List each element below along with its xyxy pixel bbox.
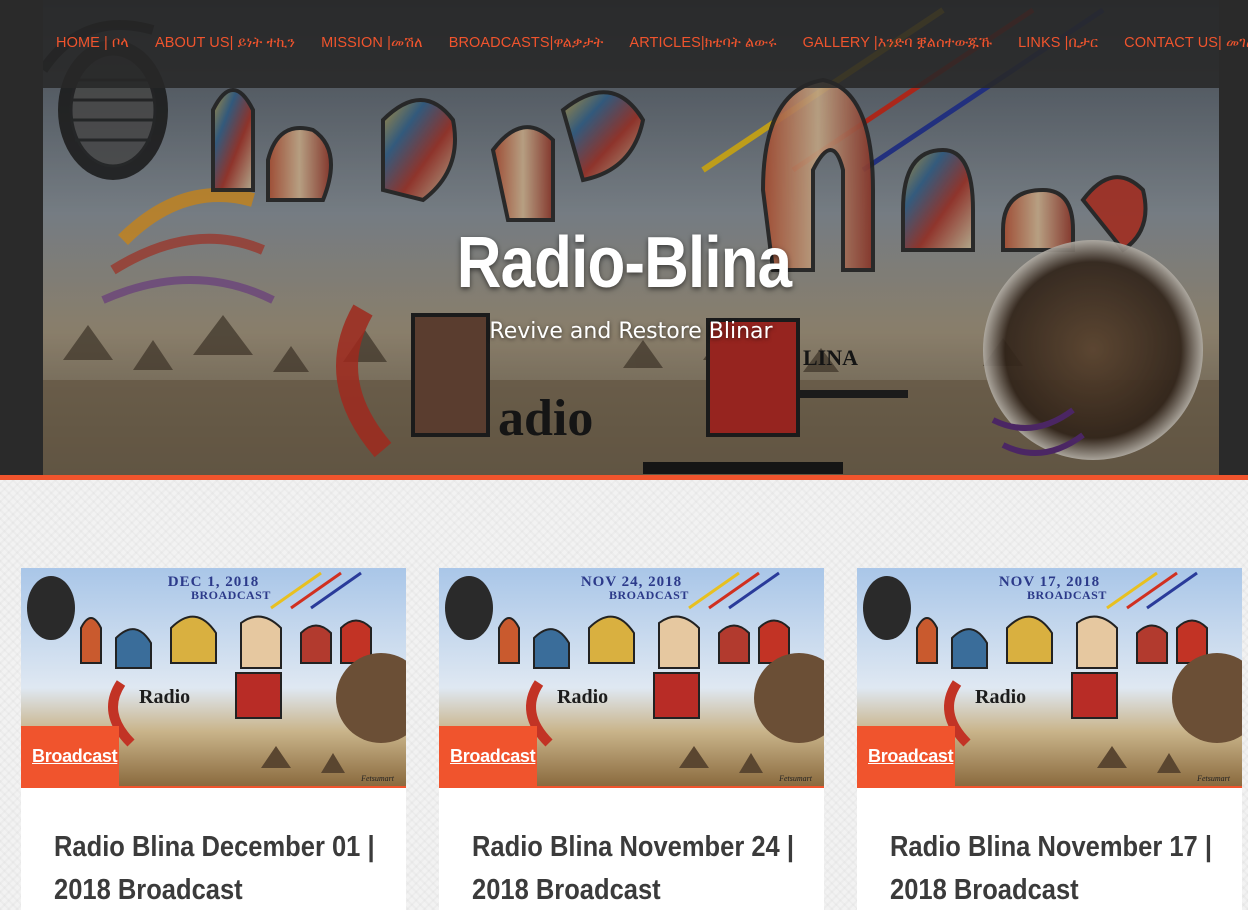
thumb-radio-logo: Radio — [139, 686, 191, 708]
post-card: DEC 1, 2018 BROADCAST Radio Fetsumart Br… — [21, 568, 406, 910]
site-header: adio LINA HOME | ቦላ ABOUT US| ይነት ተኪን MI… — [0, 0, 1248, 475]
nav-link-links[interactable]: LINKS |ቢታር — [1018, 35, 1098, 51]
post-title[interactable]: Radio Blina December 01 | 2018 Broadcast — [54, 826, 388, 910]
nav-menu: HOME | ቦላ ABOUT US| ይነት ተኪን MISSION |መሽለ… — [56, 34, 1248, 52]
thumb-broadcast-label: BROADCAST — [609, 588, 689, 602]
card-accent-line — [857, 786, 1242, 788]
nav-link-mission[interactable]: MISSION |መሽለ — [321, 35, 423, 51]
main-navigation: HOME | ቦላ ABOUT US| ይነት ተኪን MISSION |መሽለ… — [43, 0, 1248, 88]
nav-item-mission: MISSION |መሽለ — [321, 34, 423, 52]
nav-link-contact[interactable]: CONTACT US| መገለይ — [1124, 35, 1248, 51]
nav-item-links: LINKS |ቢታር — [1018, 34, 1098, 52]
nav-item-gallery: GALLERY |እንድባ ቛልሰተውጁኹ — [803, 34, 992, 52]
nav-item-contact: CONTACT US| መገለይ — [1124, 34, 1248, 52]
nav-link-articles[interactable]: ARTICLES|ክቴባት ልውሩ — [629, 35, 776, 51]
nav-item-about: ABOUT US| ይነት ተኪን — [155, 34, 295, 52]
nav-link-home[interactable]: HOME | ቦላ — [56, 35, 129, 51]
post-title[interactable]: Radio Blina November 17 | 2018 Broadcast — [890, 826, 1224, 910]
thumb-broadcast-label: BROADCAST — [191, 588, 271, 602]
post-card: NOV 24, 2018 BROADCAST Radio Fetsumart B… — [439, 568, 824, 910]
site-tagline: Revive and Restore Blinar — [489, 319, 773, 344]
post-card: NOV 17, 2018 BROADCAST Radio Fetsumart B… — [857, 568, 1242, 910]
thumb-credit: Fetsumart — [1197, 774, 1230, 783]
thumb-radio-logo: Radio — [975, 686, 1027, 708]
category-badge[interactable]: Broadcast — [439, 726, 537, 786]
post-thumbnail[interactable]: NOV 17, 2018 BROADCAST Radio Fetsumart B… — [857, 568, 1242, 786]
thumb-credit: Fetsumart — [361, 774, 394, 783]
card-accent-line — [21, 786, 406, 788]
post-thumbnail[interactable]: DEC 1, 2018 BROADCAST Radio Fetsumart Br… — [21, 568, 406, 786]
thumb-broadcast-label: BROADCAST — [1027, 588, 1107, 602]
thumb-radio-logo: Radio — [557, 686, 609, 708]
post-title[interactable]: Radio Blina November 24 | 2018 Broadcast — [472, 826, 806, 910]
category-badge[interactable]: Broadcast — [857, 726, 955, 786]
nav-link-broadcasts[interactable]: BROADCASTS|ዋልቃታት — [449, 35, 604, 51]
thumb-credit: Fetsumart — [779, 774, 812, 783]
post-thumbnail[interactable]: NOV 24, 2018 BROADCAST Radio Fetsumart B… — [439, 568, 824, 786]
nav-link-about[interactable]: ABOUT US| ይነት ተኪን — [155, 35, 295, 51]
nav-item-home: HOME | ቦላ — [56, 34, 129, 52]
nav-link-gallery[interactable]: GALLERY |እንድባ ቛልሰተውጁኹ — [803, 35, 992, 51]
site-title[interactable]: Radio-Blina — [87, 222, 1160, 304]
nav-item-articles: ARTICLES|ክቴባት ልውሩ — [629, 34, 776, 52]
category-badge[interactable]: Broadcast — [21, 726, 119, 786]
card-accent-line — [439, 786, 824, 788]
nav-item-broadcasts: BROADCASTS|ዋልቃታት — [449, 34, 604, 52]
